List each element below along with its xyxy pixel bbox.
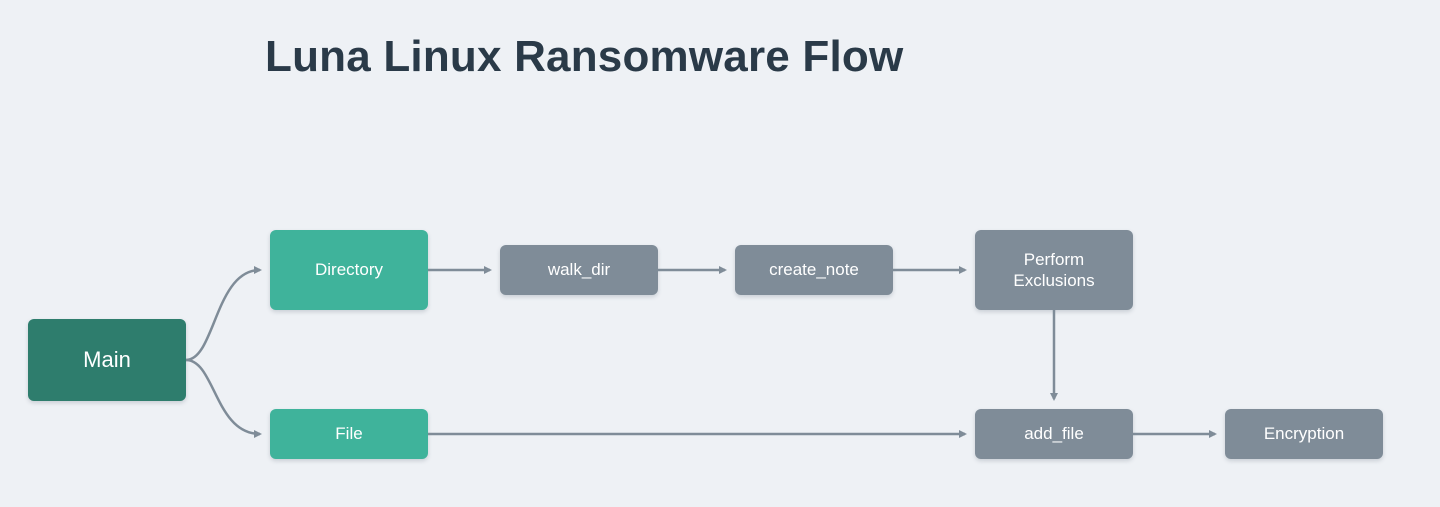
- node-create-note: create_note: [735, 245, 893, 295]
- node-main: Main: [28, 319, 186, 401]
- node-label: Directory: [315, 259, 383, 280]
- node-label: Encryption: [1264, 423, 1344, 444]
- node-directory: Directory: [270, 230, 428, 310]
- node-perform-exclusions: Perform Exclusions: [975, 230, 1133, 310]
- edge-main-directory: [186, 270, 260, 360]
- diagram-title: Luna Linux Ransomware Flow: [265, 32, 903, 82]
- node-label: Perform Exclusions: [983, 249, 1125, 292]
- node-label: create_note: [769, 259, 859, 280]
- node-encryption: Encryption: [1225, 409, 1383, 459]
- node-walk-dir: walk_dir: [500, 245, 658, 295]
- node-label: Main: [83, 346, 131, 374]
- diagram-canvas: Luna Linux Ransomware Flow Main Director…: [0, 0, 1440, 507]
- node-label: File: [335, 423, 362, 444]
- node-label: add_file: [1024, 423, 1084, 444]
- edge-main-file: [186, 360, 260, 434]
- node-add-file: add_file: [975, 409, 1133, 459]
- node-file: File: [270, 409, 428, 459]
- node-label: walk_dir: [548, 259, 610, 280]
